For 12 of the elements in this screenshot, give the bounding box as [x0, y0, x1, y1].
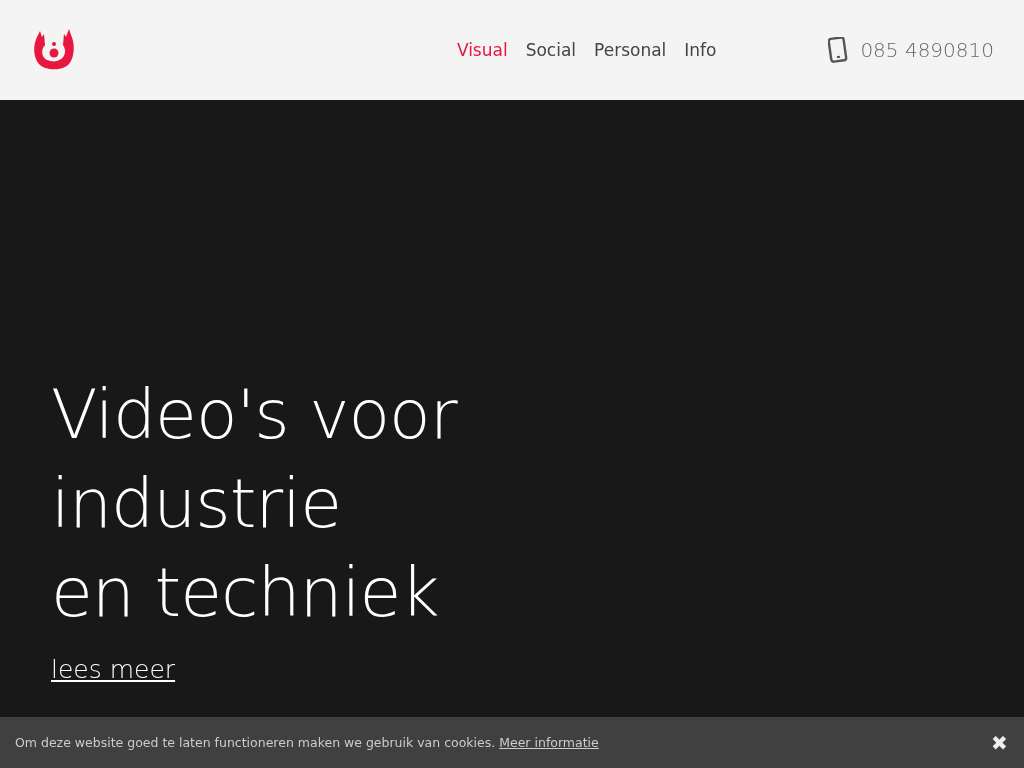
phone-icon	[828, 37, 849, 63]
cookie-notice: Om deze website goed te laten functioneren maken we gebruik van cookies. Meer informatie	[15, 735, 599, 750]
hero-title: Video's voor industrie en techniek	[51, 374, 457, 634]
nav-link[interactable]: Personal	[594, 40, 667, 60]
phone-number: 085 4890810	[860, 38, 994, 62]
nav-link[interactable]: Info	[684, 40, 717, 60]
read-more-link[interactable]: lees meer	[51, 655, 176, 684]
logo-icon[interactable]	[33, 29, 75, 71]
more-info-link[interactable]: Meer informatie	[499, 735, 599, 750]
nav-link[interactable]: Social	[525, 40, 577, 60]
nav-link[interactable]: Visual	[456, 40, 508, 60]
close-button[interactable]: ✖	[985, 730, 1014, 755]
